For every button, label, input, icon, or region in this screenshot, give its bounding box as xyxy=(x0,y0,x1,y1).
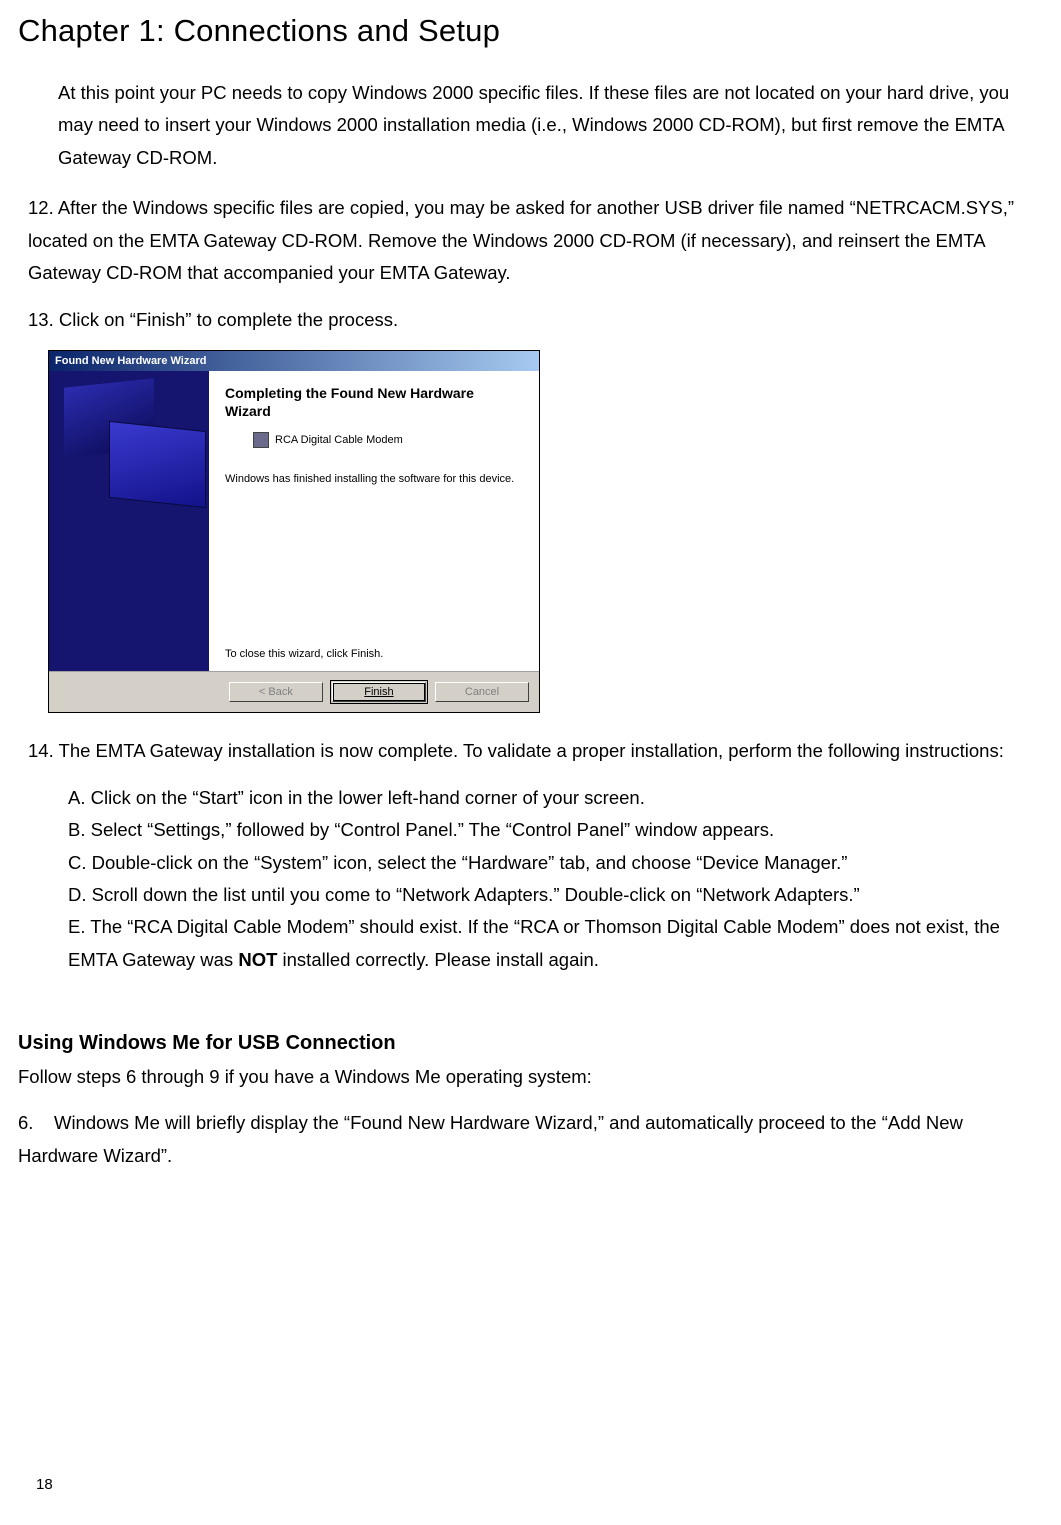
step-14c: C. Double-click on the “System” icon, se… xyxy=(68,847,1043,879)
finish-button[interactable]: Finish xyxy=(332,682,426,702)
wizard-heading: Completing the Found New Hardware Wizard xyxy=(225,385,523,420)
page-number: 18 xyxy=(36,1472,53,1498)
step-14a: A. Click on the “Start” icon in the lowe… xyxy=(68,782,1043,814)
section-windows-me: Using Windows Me for USB Connection xyxy=(18,1026,1043,1061)
step-14d: D. Scroll down the list until you come t… xyxy=(68,879,1043,911)
wizard-button-bar: < Back Finish Cancel xyxy=(49,672,539,712)
dialog-titlebar: Found New Hardware Wizard xyxy=(49,351,539,371)
back-button: < Back xyxy=(229,682,323,702)
wizard-close-hint: To close this wizard, click Finish. xyxy=(225,647,383,661)
step-14b: B. Select “Settings,” followed by “Contr… xyxy=(68,814,1043,846)
not-emphasis: NOT xyxy=(238,949,277,970)
me-follow-text: Follow steps 6 through 9 if you have a W… xyxy=(18,1061,1043,1093)
found-new-hardware-wizard-dialog: Found New Hardware Wizard Completing the… xyxy=(48,350,540,714)
step-12: 12. After the Windows specific files are… xyxy=(28,192,1043,289)
step-13: 13. Click on “Finish” to complete the pr… xyxy=(28,304,1043,336)
step-6: 6. Windows Me will briefly display the “… xyxy=(18,1107,1043,1172)
step-14-intro: 14. The EMTA Gateway installation is now… xyxy=(28,735,1043,767)
cancel-button: Cancel xyxy=(435,682,529,702)
device-name: RCA Digital Cable Modem xyxy=(275,433,403,447)
modem-icon xyxy=(253,432,269,448)
wizard-message: Windows has finished installing the soft… xyxy=(225,472,523,486)
wizard-sidebar-graphic xyxy=(49,371,209,671)
chapter-title: Chapter 1: Connections and Setup xyxy=(18,4,1043,58)
step-14e: E. The “RCA Digital Cable Modem” should … xyxy=(68,911,1043,976)
intro-paragraph: At this point your PC needs to copy Wind… xyxy=(58,77,1043,174)
